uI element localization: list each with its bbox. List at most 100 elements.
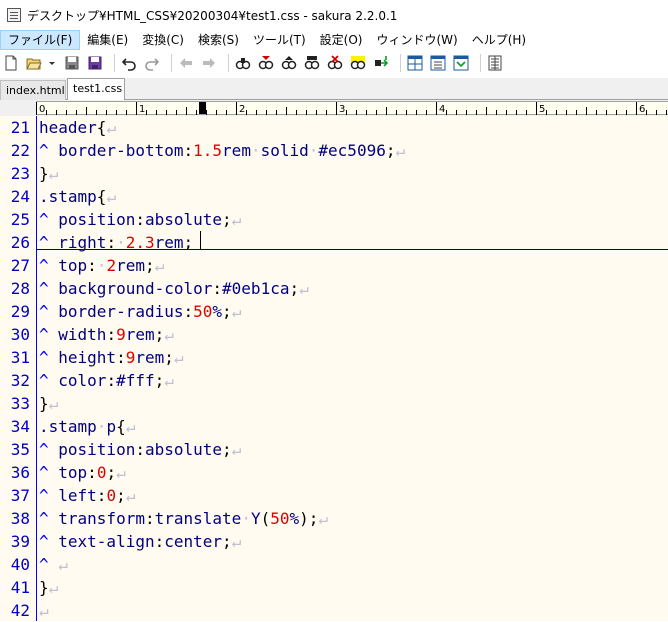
newline-marker: ↵ [231, 302, 242, 321]
redo-icon[interactable] [143, 54, 161, 72]
code-token: rem [222, 141, 251, 160]
menu-file[interactable]: ファイル(F) [0, 30, 81, 50]
tab-strip: index.html test1.css [0, 78, 668, 100]
code-line[interactable]: ^ right:·2.3rem; [39, 231, 193, 254]
code-line[interactable]: }↵ [39, 162, 58, 185]
code-token: : [183, 141, 194, 160]
split-window-icon[interactable] [406, 54, 424, 72]
line-number: 36 [10, 463, 30, 482]
code-token: ; [145, 256, 155, 275]
newline-marker: ↵ [318, 509, 329, 528]
code-line[interactable]: ^ background-color:#0eb1ca;↵ [39, 277, 309, 300]
tab-marker: ^ [39, 141, 59, 160]
menu-tools[interactable]: ツール(T) [246, 30, 313, 50]
line-number: 37 [10, 486, 30, 505]
tab-marker: ^ [39, 256, 59, 275]
settings-panel-icon[interactable] [486, 54, 504, 72]
tab-marker: ^ [39, 348, 59, 367]
code-token: 50 [193, 302, 213, 321]
search-next-icon[interactable] [257, 54, 275, 72]
code-line[interactable]: .stamp{↵ [39, 185, 116, 208]
code-token: ; [164, 348, 174, 367]
dropdown-arrow-icon[interactable] [48, 54, 56, 72]
open-file-icon[interactable] [25, 54, 43, 72]
code-line[interactable]: ^ position:absolute;↵ [39, 208, 241, 231]
undo-icon[interactable] [120, 54, 138, 72]
newline-marker: ↵ [48, 394, 59, 413]
tab-marker: ^ [39, 555, 59, 574]
save-icon[interactable] [63, 54, 81, 72]
toolbar-separator [480, 54, 481, 72]
app-icon [7, 8, 21, 22]
replace-icon[interactable] [303, 54, 321, 72]
menu-edit[interactable]: 編集(E) [80, 30, 135, 50]
code-token: position [58, 210, 136, 229]
newline-marker: ↵ [125, 417, 136, 436]
menu-help[interactable]: ヘルプ(H) [465, 30, 533, 50]
code-line[interactable]: ^ position:absolute;↵ [39, 438, 241, 461]
code-line[interactable]: ^ border-bottom:1.5rem·solid·#ec5096;↵ [39, 139, 405, 162]
code-line[interactable]: header{↵ [39, 116, 116, 139]
code-line[interactable]: }↵ [39, 576, 58, 599]
code-line[interactable]: ↵ [39, 599, 49, 622]
code-token: : [116, 348, 126, 367]
jump-forward-icon[interactable] [200, 54, 218, 72]
code-token: { [96, 187, 107, 206]
code-token: ; [222, 440, 232, 459]
tab-test1-css[interactable]: test1.css [67, 78, 125, 100]
newline-marker: ↵ [231, 532, 242, 551]
newline-marker: ↵ [125, 486, 136, 505]
code-line[interactable]: .stamp·p{↵ [39, 415, 135, 438]
menu-search[interactable]: 検索(S) [191, 30, 246, 50]
code-token: ; [154, 371, 165, 390]
code-line[interactable]: ^ transform:translate·Y(50%);↵ [39, 507, 328, 530]
tab-marker: ^ [39, 279, 59, 298]
code-line[interactable]: ^ border-radius:50%;↵ [39, 300, 241, 323]
highlight-icon[interactable] [349, 54, 367, 72]
menu-window[interactable]: ウィンドウ(W) [369, 30, 464, 50]
code-line[interactable]: ^ top:0;↵ [39, 461, 126, 484]
save-all-icon[interactable] [86, 54, 104, 72]
code-line[interactable]: ^ height:9rem;↵ [39, 346, 184, 369]
space-marker: · [96, 417, 107, 436]
ruler-cursor-marker [199, 102, 206, 114]
code-token: : [212, 279, 223, 298]
code-line[interactable]: }↵ [39, 392, 58, 415]
code-token: height [58, 348, 117, 367]
search-prev-icon[interactable] [280, 54, 298, 72]
code-line[interactable]: ^ left:0;↵ [39, 484, 135, 507]
code-line[interactable]: ^ top:·2rem;↵ [39, 254, 164, 277]
code-token: 9 [116, 325, 126, 344]
tab-marker: ^ [39, 532, 59, 551]
code-line[interactable]: ^ ↵ [39, 553, 68, 576]
code-token: ; [154, 325, 165, 344]
newline-marker: ↵ [58, 555, 68, 574]
code-line[interactable]: ^ text-align:center;↵ [39, 530, 241, 553]
toolbar-separator [228, 54, 229, 72]
line-number: 35 [10, 440, 30, 459]
code-token: : [183, 302, 194, 321]
code-line[interactable]: ^ width:9rem;↵ [39, 323, 174, 346]
ruler-ticks: 0 1 2 3 4 5 6 [36, 102, 667, 115]
code-token: : [87, 463, 97, 482]
menu-settings[interactable]: 設定(O) [313, 30, 370, 50]
editor[interactable]: 21 22 23 24 25 26 27 28 29 30 31 32 33 34 35 36 37 38 39 40… [0, 116, 668, 621]
code-line[interactable]: ^ color:#fff;↵ [39, 369, 174, 392]
macro-icon[interactable] [452, 54, 470, 72]
new-file-icon[interactable] [2, 54, 20, 72]
code-token: absolute [144, 440, 223, 459]
toolbar-separator [114, 54, 115, 72]
search-icon[interactable] [234, 54, 252, 72]
tag-jump-icon[interactable] [372, 54, 390, 72]
menu-bar: ファイル(F) 編集(E) 変換(C) 検索(S) ツール(T) 設定(O) ウ… [0, 30, 668, 50]
code-token: top [58, 463, 88, 482]
grep-icon[interactable] [326, 54, 344, 72]
window-list-icon[interactable] [429, 54, 447, 72]
menu-convert[interactable]: 変換(C) [135, 30, 191, 50]
tab-index-html[interactable]: index.html [0, 80, 66, 100]
ruler-label: 1 [139, 104, 145, 115]
space-marker: · [241, 509, 251, 528]
code-token: absolute [144, 210, 223, 229]
jump-back-icon[interactable] [177, 54, 195, 72]
code-token: top [58, 256, 88, 275]
